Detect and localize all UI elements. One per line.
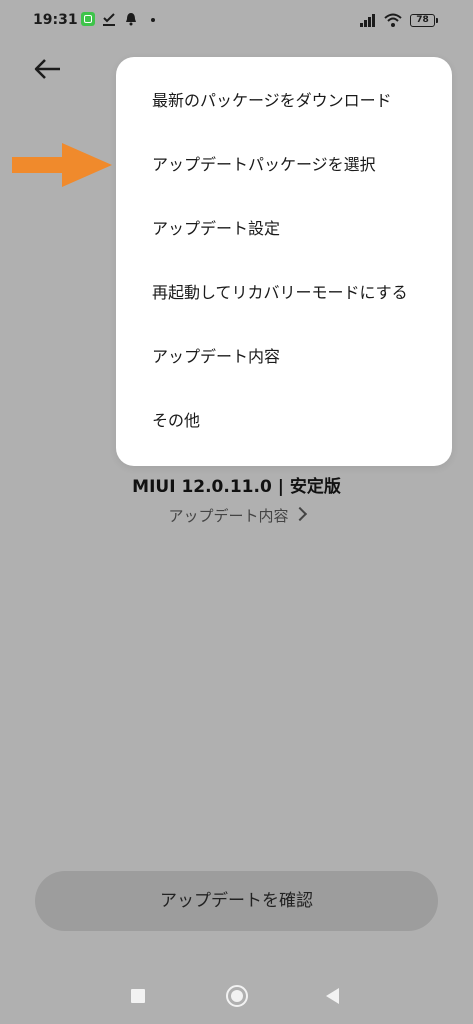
menu-item-choose-package[interactable]: アップデートパッケージを選択 bbox=[152, 143, 442, 187]
pointer-arrow-icon bbox=[12, 143, 112, 187]
version-title: MIUI 12.0.11.0 | 安定版 bbox=[132, 477, 341, 497]
chevron-right-icon bbox=[292, 506, 307, 522]
menu-item-update-content[interactable]: アップデート内容 bbox=[152, 335, 442, 379]
navigation-bar bbox=[0, 975, 473, 1015]
back-arrow-icon[interactable] bbox=[28, 52, 68, 88]
nav-back-icon[interactable] bbox=[326, 988, 339, 1004]
menu-item-update-settings[interactable]: アップデート設定 bbox=[152, 207, 442, 251]
home-icon[interactable] bbox=[226, 985, 248, 1007]
battery-indicator: 78 bbox=[410, 14, 438, 27]
update-content-link[interactable]: アップデート内容 bbox=[0, 505, 473, 526]
check-update-button[interactable]: アップデートを確認 bbox=[35, 871, 438, 931]
download-complete-icon bbox=[103, 13, 115, 26]
notification-dot-icon bbox=[151, 18, 155, 22]
signal-icon bbox=[360, 14, 375, 27]
menu-item-reboot-recovery[interactable]: 再起動してリカバリーモードにする bbox=[152, 271, 442, 315]
update-content-link-label: アップデート内容 bbox=[168, 507, 289, 525]
recents-icon[interactable] bbox=[131, 989, 145, 1003]
app-notification-icon bbox=[81, 12, 95, 26]
menu-item-download-latest[interactable]: 最新のパッケージをダウンロード bbox=[152, 79, 442, 123]
overflow-menu: 最新のパッケージをダウンロード アップデートパッケージを選択 アップデート設定 … bbox=[116, 57, 452, 466]
status-time: 19:31 bbox=[33, 12, 78, 28]
wifi-icon bbox=[384, 13, 402, 27]
status-bar: 19:31 78 bbox=[0, 0, 473, 40]
bell-icon bbox=[126, 13, 136, 26]
menu-item-other[interactable]: その他 bbox=[152, 399, 442, 443]
